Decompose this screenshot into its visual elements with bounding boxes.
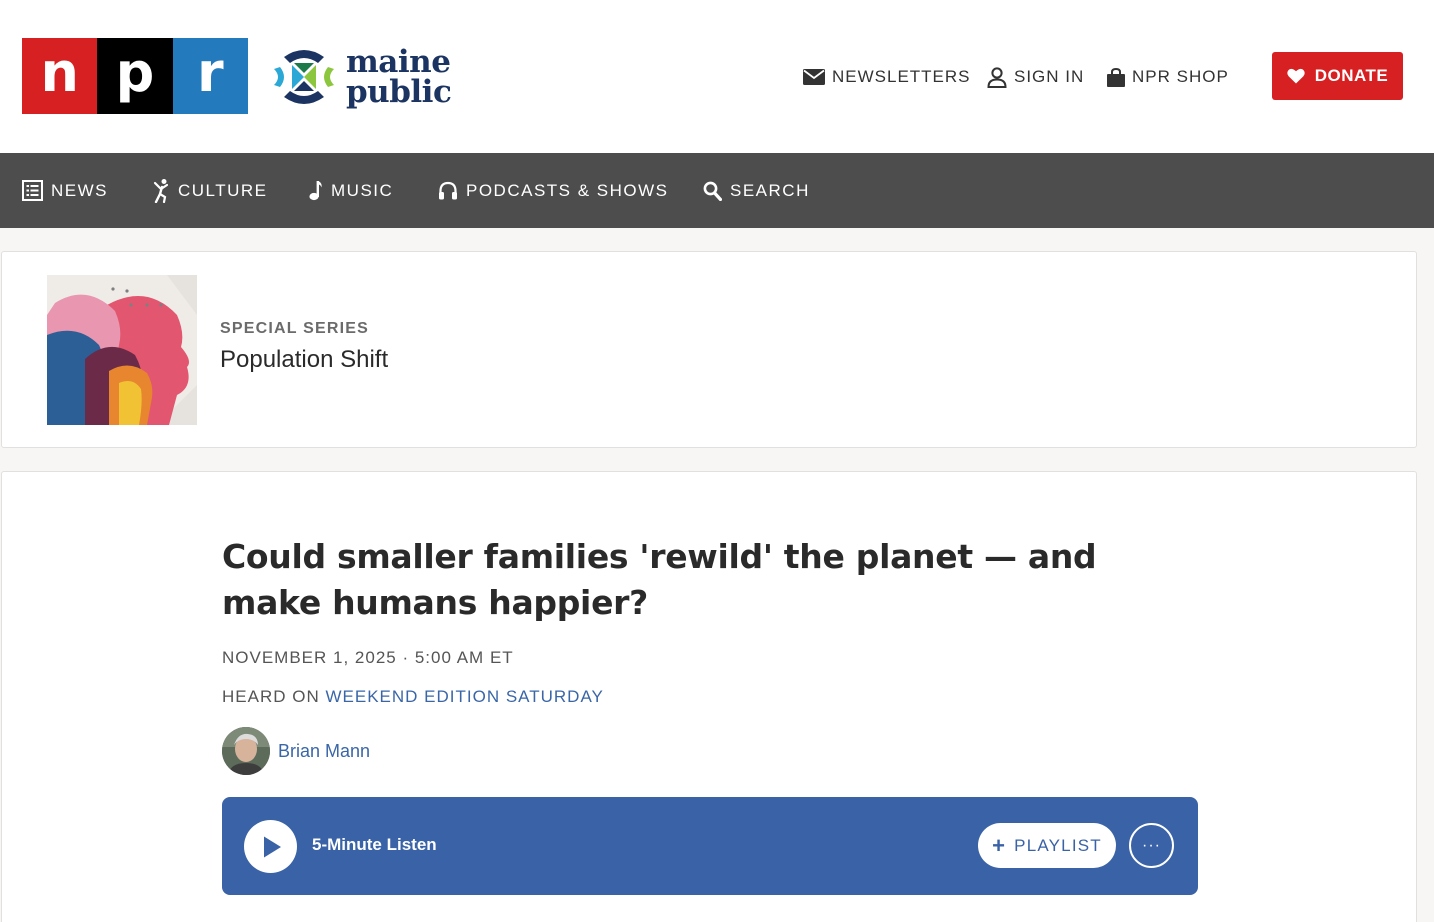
program-link[interactable]: WEEKEND EDITION SATURDAY	[325, 687, 603, 706]
mail-icon	[803, 69, 825, 85]
search-icon	[703, 181, 722, 201]
npr-logo-p: p	[97, 38, 173, 114]
donate-label: DONATE	[1314, 66, 1389, 85]
more-options-button[interactable]: ···	[1129, 823, 1174, 868]
population-shift-artwork[interactable]	[47, 275, 197, 425]
npr-logo-r: r	[172, 38, 248, 114]
nav-item-news[interactable]: NEWS	[22, 153, 108, 228]
nav-item-culture[interactable]: CULTURE	[152, 153, 268, 228]
series-kicker: SPECIAL SERIES	[220, 320, 369, 337]
site-header: n p r maine public NEWSLETTERS SIGN IN N…	[0, 0, 1434, 153]
article-card: Could smaller families 'rewild' the plan…	[1, 471, 1417, 922]
maine-public-mark-icon	[274, 50, 334, 104]
byline: Brian Mann	[222, 726, 370, 776]
author-avatar[interactable]	[222, 727, 270, 775]
audio-player: 5-Minute Listen + PLAYLIST ···	[222, 797, 1198, 895]
nav-music-label: MUSIC	[331, 180, 394, 200]
play-icon	[263, 836, 281, 857]
shopping-bag-icon	[1107, 67, 1125, 87]
nav-podcasts-label: PODCASTS & SHOWS	[466, 180, 669, 200]
heard-on-prefix: HEARD ON	[222, 687, 320, 706]
music-note-icon	[309, 180, 323, 201]
ellipsis-icon: ···	[1142, 836, 1161, 854]
nav-news-label: NEWS	[51, 180, 108, 200]
author-name-link[interactable]: Brian Mann	[278, 741, 370, 762]
main-nav: NEWS CULTURE MUSIC PODCASTS & SHOWS SEAR…	[0, 153, 1434, 228]
plus-icon: +	[992, 832, 1007, 858]
station-logo-line2: public	[346, 74, 452, 110]
npr-shop-label: NPR SHOP	[1132, 67, 1229, 86]
sign-in-link[interactable]: SIGN IN	[987, 64, 1084, 90]
newsletters-link[interactable]: NEWSLETTERS	[803, 64, 971, 90]
nav-item-search[interactable]: SEARCH	[703, 153, 810, 228]
headphones-icon	[438, 181, 458, 200]
play-button[interactable]	[244, 820, 297, 873]
series-title-link[interactable]: Population Shift	[220, 346, 388, 374]
donate-button[interactable]: DONATE	[1272, 52, 1403, 100]
sign-in-label: SIGN IN	[1014, 67, 1085, 86]
article-dateline: NOVEMBER 1, 2025 · 5:00 AM ET	[222, 648, 514, 667]
nav-item-podcasts-shows[interactable]: PODCASTS & SHOWS	[438, 153, 669, 228]
heart-icon	[1287, 68, 1305, 84]
npr-logo-n: n	[22, 38, 98, 114]
nav-search-label: SEARCH	[730, 180, 810, 200]
heard-on: HEARD ON WEEKEND EDITION SATURDAY	[222, 687, 604, 707]
npr-logo[interactable]: n p r	[22, 38, 248, 114]
nav-item-music[interactable]: MUSIC	[309, 153, 393, 228]
npr-shop-link[interactable]: NPR SHOP	[1107, 64, 1229, 90]
special-series-card[interactable]: SPECIAL SERIES Population Shift	[1, 251, 1417, 448]
playlist-label: PLAYLIST	[1014, 835, 1102, 855]
news-icon	[22, 180, 43, 201]
maine-public-logo[interactable]: maine public	[270, 42, 452, 112]
station-logo-line1: maine	[346, 44, 451, 80]
listen-duration-label: 5-Minute Listen	[312, 835, 437, 854]
article-headline: Could smaller families 'rewild' the plan…	[222, 537, 1097, 622]
newsletters-label: NEWSLETTERS	[832, 67, 971, 86]
add-to-playlist-button[interactable]: + PLAYLIST	[978, 823, 1116, 868]
nav-culture-label: CULTURE	[178, 180, 268, 200]
culture-icon	[152, 178, 170, 203]
user-icon	[987, 66, 1007, 88]
